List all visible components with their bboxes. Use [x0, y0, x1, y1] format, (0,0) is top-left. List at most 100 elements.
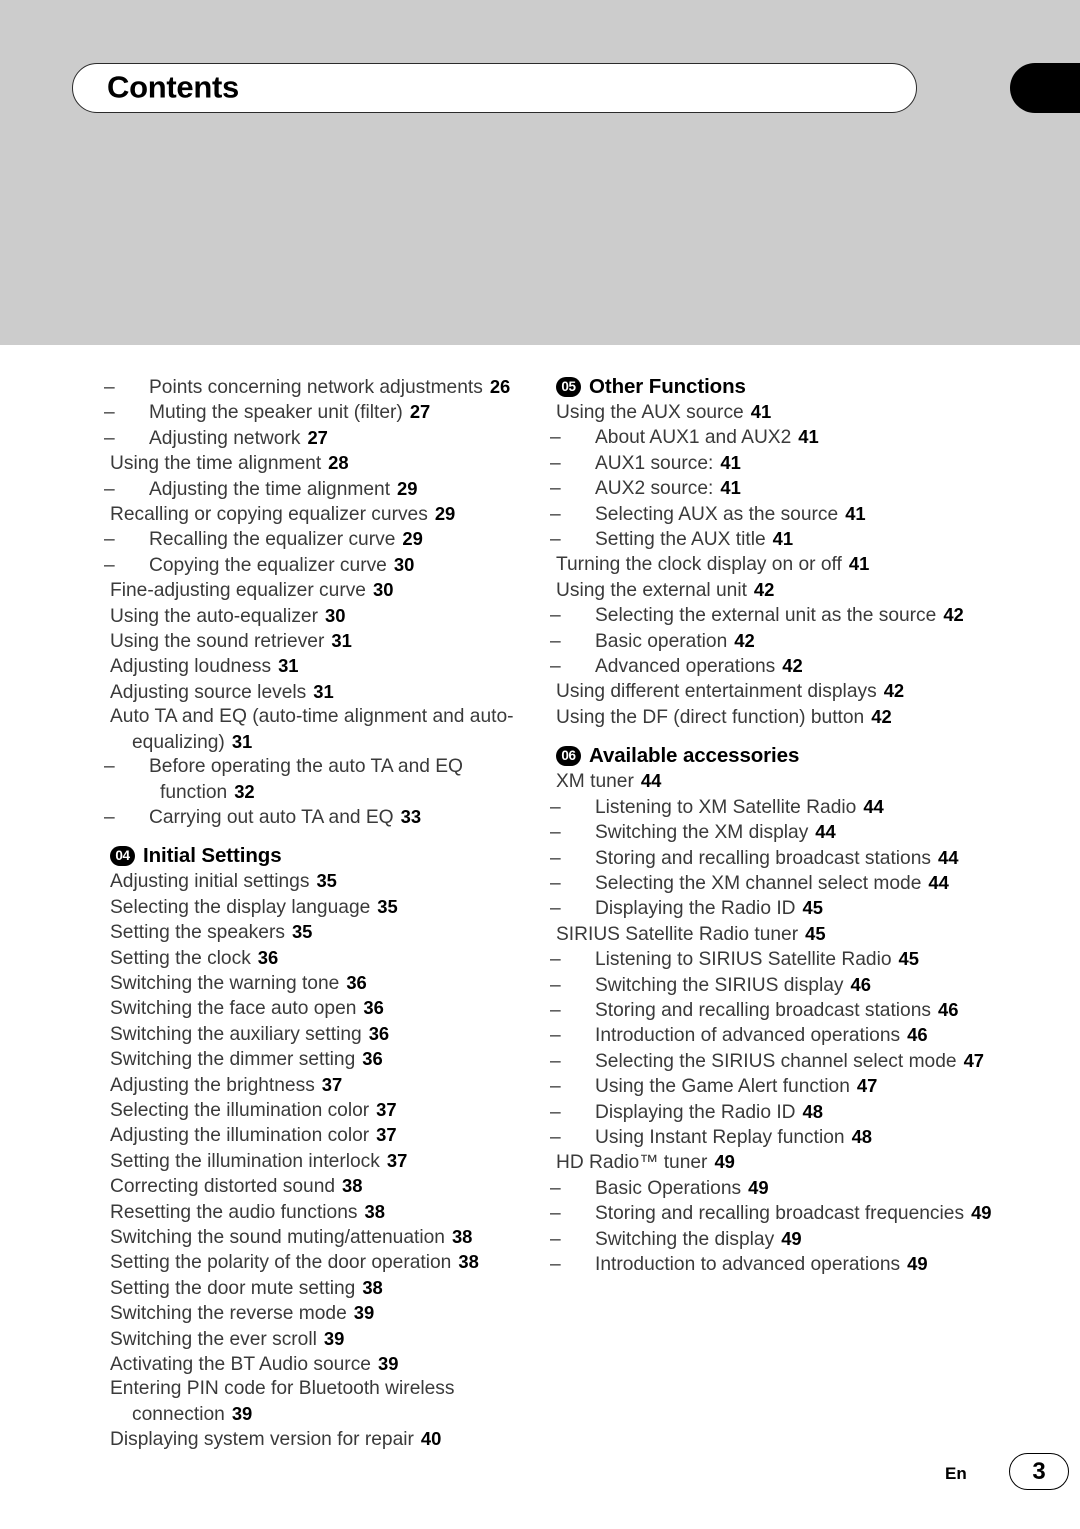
section-tab-marker-icon: [1010, 63, 1080, 113]
toc-entry-label: Muting the speaker unit (filter): [149, 402, 403, 424]
toc-entry[interactable]: Using the time alignment 28: [110, 451, 520, 476]
toc-entry[interactable]: Using different entertainment displays 42: [556, 679, 996, 704]
toc-entry[interactable]: XM tuner 44: [556, 769, 996, 794]
toc-entry[interactable]: Adjusting loudness 31: [110, 654, 520, 679]
header-band: Contents: [0, 0, 1080, 345]
toc-entry[interactable]: Activating the BT Audio source 39: [110, 1352, 520, 1377]
toc-entry[interactable]: Adjusting the illumination color 37: [110, 1123, 520, 1148]
toc-sub-entry[interactable]: – Introduction to advanced operations 49: [550, 1252, 996, 1277]
toc-entry[interactable]: Setting the speakers 35: [110, 920, 520, 945]
toc-sub-entry[interactable]: – Copying the equalizer curve 30: [104, 553, 520, 578]
toc-entry[interactable]: Using the DF (direct function) button 42: [556, 705, 996, 730]
toc-sub-entry[interactable]: – Listening to XM Satellite Radio 44: [550, 795, 996, 820]
page-number: 3: [1032, 1458, 1046, 1485]
toc-entry[interactable]: Entering PIN code for Bluetooth wireless…: [110, 1377, 520, 1427]
toc-entry-label: Switching the SIRIUS display: [595, 974, 844, 996]
toc-entry-label: Selecting the SIRIUS channel select mode: [595, 1050, 957, 1072]
toc-sub-entry[interactable]: – Setting the AUX title 41: [550, 527, 996, 552]
toc-sub-entry[interactable]: – Selecting AUX as the source 41: [550, 502, 996, 527]
toc-entry[interactable]: Auto TA and EQ (auto-time alignment and …: [110, 705, 520, 755]
dash-bullet-icon: –: [550, 872, 561, 894]
toc-sub-entry[interactable]: – Displaying the Radio ID 48: [550, 1100, 996, 1125]
toc-sub-entry[interactable]: – Selecting the XM channel select mode 44: [550, 871, 996, 896]
toc-entry[interactable]: Recalling or copying equalizer curves 29: [110, 502, 520, 527]
section-number-badge: 06: [556, 746, 581, 767]
dash-bullet-icon: –: [550, 427, 561, 449]
toc-entry[interactable]: Switching the auxiliary setting 36: [110, 1022, 520, 1047]
toc-sub-entry[interactable]: – Switching the SIRIUS display 46: [550, 973, 996, 998]
toc-entry-label: Switching the face auto open: [110, 998, 357, 1020]
toc-page-number: 39: [377, 1353, 399, 1375]
toc-entry[interactable]: Adjusting source levels 31: [110, 680, 520, 705]
dash-bullet-icon: –: [550, 822, 561, 844]
toc-sub-entry[interactable]: – Advanced operations 42: [550, 654, 996, 679]
toc-entry[interactable]: Using the external unit 42: [556, 578, 996, 603]
toc-page-number: 46: [850, 973, 871, 995]
toc-entry[interactable]: Using the AUX source 41: [556, 400, 996, 425]
toc-entry[interactable]: Correcting distorted sound 38: [110, 1174, 520, 1199]
toc-sub-entry[interactable]: – Points concerning network adjustments 26: [104, 375, 520, 400]
toc-sub-entry[interactable]: – Basic operation 42: [550, 629, 996, 654]
toc-sub-entry[interactable]: – Muting the speaker unit (filter) 27: [104, 400, 520, 425]
toc-sub-entry[interactable]: – Listening to SIRIUS Satellite Radio 45: [550, 947, 996, 972]
toc-entry[interactable]: Selecting the display language 35: [110, 895, 520, 920]
toc-entry[interactable]: Setting the polarity of the door operati…: [110, 1250, 520, 1275]
toc-page-number: 46: [937, 998, 959, 1020]
dash-bullet-icon: –: [104, 806, 115, 828]
dash-bullet-icon: –: [550, 529, 561, 551]
toc-entry[interactable]: Selecting the illumination color 37: [110, 1098, 520, 1123]
toc-entry[interactable]: Fine-adjusting equalizer curve 30: [110, 578, 520, 603]
toc-sub-entry[interactable]: – Selecting the SIRIUS channel select mod…: [550, 1049, 996, 1074]
toc-sub-entry[interactable]: – Recalling the equalizer curve 29: [104, 527, 520, 552]
toc-entry[interactable]: Switching the ever scroll 39: [110, 1327, 520, 1352]
toc-sub-entry[interactable]: – Storing and recalling broadcast station…: [550, 998, 996, 1023]
toc-sub-entry[interactable]: – Storing and recalling broadcast station…: [550, 846, 996, 871]
toc-sub-entry[interactable]: – Switching the display 49: [550, 1227, 996, 1252]
toc-sub-entry[interactable]: – Using the Game Alert function 47: [550, 1074, 996, 1099]
toc-entry[interactable]: Turning the clock display on or off 41: [556, 552, 996, 577]
toc-sub-entry[interactable]: – Adjusting the time alignment 29: [104, 477, 520, 502]
toc-entry[interactable]: Setting the door mute setting 38: [110, 1276, 520, 1301]
toc-entry[interactable]: Adjusting the brightness 37: [110, 1073, 520, 1098]
toc-entry[interactable]: Using the sound retriever 31: [110, 629, 520, 654]
toc-entry[interactable]: Adjusting initial settings 35: [110, 869, 520, 894]
toc-entry[interactable]: HD Radio™ tuner 49: [556, 1150, 996, 1175]
toc-entry-label: Setting the illumination interlock: [110, 1150, 380, 1172]
toc-page-number: 38: [342, 1175, 363, 1197]
toc-entry[interactable]: Switching the sound muting/attenuation 38: [110, 1225, 520, 1250]
toc-entry[interactable]: Switching the dimmer setting 36: [110, 1047, 520, 1072]
toc-page-number: 38: [451, 1226, 473, 1247]
toc-sub-entry[interactable]: – Selecting the external unit as the sour…: [550, 603, 996, 628]
toc-sub-entry[interactable]: – About AUX1 and AUX2 41: [550, 425, 996, 450]
toc-page-number: 41: [848, 553, 870, 575]
toc-sub-entry[interactable]: – Before operating the auto TA and EQ fun…: [104, 755, 520, 805]
toc-entry-label: Switching the warning tone: [110, 972, 340, 994]
toc-entry[interactable]: Setting the illumination interlock 37: [110, 1149, 520, 1174]
toc-page-number: 40: [420, 1428, 442, 1450]
toc-sub-entry[interactable]: – AUX1 source: 41: [550, 451, 996, 476]
toc-sub-entry[interactable]: – Introduction of advanced operations 46: [550, 1023, 996, 1048]
section-heading: 05 Other Functions: [556, 375, 996, 399]
toc-sub-entry[interactable]: – Using Instant Replay function 48: [550, 1125, 996, 1150]
toc-sub-entry[interactable]: – AUX2 source: 41: [550, 476, 996, 501]
toc-entry[interactable]: Switching the warning tone 36: [110, 971, 520, 996]
contents-column-left: – Points concerning network adjustments 26…: [104, 375, 520, 1453]
toc-entry[interactable]: Switching the face auto open 36: [110, 996, 520, 1021]
toc-entry-label: Selecting the XM channel select mode: [595, 872, 922, 894]
toc-entry-label: Basic Operations: [595, 1177, 742, 1199]
toc-entry[interactable]: Resetting the audio functions 38: [110, 1200, 520, 1225]
toc-entry[interactable]: Setting the clock 36: [110, 946, 520, 971]
toc-entry[interactable]: Switching the reverse mode 39: [110, 1301, 520, 1326]
toc-sub-entry[interactable]: – Carrying out auto TA and EQ 33: [104, 805, 520, 830]
toc-entry-label: Switching the ever scroll: [110, 1328, 317, 1350]
toc-entry[interactable]: Using the auto-equalizer 30: [110, 604, 520, 629]
toc-sub-entry[interactable]: – Storing and recalling broadcast frequen…: [550, 1201, 996, 1226]
toc-sub-entry[interactable]: – Switching the XM display 44: [550, 820, 996, 845]
toc-sub-entry[interactable]: – Adjusting network 27: [104, 426, 520, 451]
toc-entry-label: Switching the display: [595, 1228, 775, 1250]
toc-entry[interactable]: SIRIUS Satellite Radio tuner 45: [556, 922, 996, 947]
toc-sub-entry[interactable]: – Displaying the Radio ID 45: [550, 896, 996, 921]
toc-entry-label: Switching the sound muting/attenuation: [110, 1227, 445, 1248]
toc-page-number: 45: [898, 948, 919, 970]
toc-sub-entry[interactable]: – Basic Operations 49: [550, 1176, 996, 1201]
